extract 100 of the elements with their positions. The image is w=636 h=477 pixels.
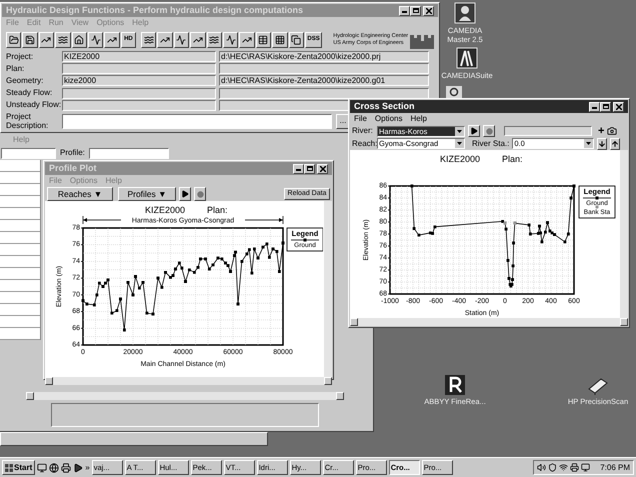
scroll-left-button[interactable] [350, 318, 358, 326]
profiles-dropdown-button[interactable]: Profiles ▼ [118, 187, 176, 201]
legend-swatch [290, 238, 320, 242]
close-button[interactable] [613, 102, 624, 112]
toolbar-button[interactable] [141, 32, 156, 48]
toolbar-button[interactable] [239, 32, 255, 48]
scroll-left-button[interactable] [26, 392, 34, 400]
legend-swatch [595, 205, 599, 209]
field-label: Geometry: [5, 74, 44, 87]
speaker-icon[interactable] [537, 463, 546, 472]
field-label: Project: [5, 50, 34, 63]
waves-icon [58, 34, 68, 45]
toolbar-button[interactable] [157, 32, 173, 48]
dropdown[interactable] [88, 148, 169, 158]
toolbar-button[interactable] [288, 32, 304, 48]
add-label[interactable]: + [598, 126, 604, 136]
horizontal-scrollbar[interactable] [45, 377, 332, 385]
globe-icon[interactable] [49, 462, 60, 472]
windows-logo-icon [5, 464, 13, 472]
play-icon [181, 190, 189, 198]
folder-icon [8, 34, 19, 45]
window-title: Hydraulic Design Functions - Perform hydraulic design computations [6, 4, 304, 17]
toolbar-button[interactable] [6, 32, 22, 48]
data-point [513, 222, 516, 225]
reaches-dropdown-button[interactable]: Reaches ▼ [47, 187, 113, 201]
letter-r-app-icon[interactable] [445, 375, 465, 395]
field-value: KIZE2000 [62, 51, 216, 62]
toolbar-button[interactable] [55, 32, 71, 48]
dropdown-arrow-icon [584, 139, 594, 148]
next-down-button[interactable] [597, 138, 608, 150]
minimize-button[interactable] [399, 6, 410, 16]
vertical-scrollbar[interactable] [620, 150, 628, 318]
play-button[interactable] [468, 125, 480, 138]
minimize-icon [296, 168, 301, 170]
toolbar-button[interactable] [206, 32, 222, 48]
close-button[interactable] [317, 164, 328, 174]
vertical-scrollbar[interactable] [324, 201, 332, 377]
field-label: River Sta.: [472, 138, 510, 150]
toolbar-button[interactable] [88, 32, 104, 48]
monitor-icon[interactable] [581, 463, 590, 472]
close-icon [616, 104, 622, 110]
toolbar-button[interactable] [174, 32, 190, 48]
toolbar-button[interactable] [256, 32, 272, 48]
menu-item[interactable]: Help [410, 113, 427, 125]
field-label: Profile: [60, 147, 85, 159]
scroll-left-button[interactable] [45, 377, 53, 385]
description-field[interactable] [62, 114, 332, 129]
horizontal-scrollbar[interactable] [350, 318, 628, 326]
stop-button[interactable] [483, 125, 495, 138]
play-icon[interactable] [73, 462, 84, 472]
close-icon [320, 166, 326, 172]
more-button[interactable]: » [85, 462, 90, 474]
field-value: kize2000 [62, 75, 216, 86]
legend-box [578, 186, 616, 218]
toolbar-button[interactable] [22, 32, 38, 48]
save-icon [25, 34, 36, 45]
printer-icon[interactable] [61, 462, 72, 472]
legend-swatch [582, 196, 612, 200]
shield-icon[interactable] [548, 463, 558, 472]
line-graph-icon [160, 34, 170, 45]
pulse-line-icon [176, 34, 186, 45]
desktop-icon[interactable] [37, 462, 48, 472]
camera-icon[interactable] [607, 126, 618, 136]
toolbar-button[interactable] [38, 32, 54, 48]
dropdown-arrow-icon [455, 139, 464, 148]
signal-icon[interactable] [559, 463, 568, 472]
scroll-right-button[interactable] [620, 318, 628, 326]
maximize-icon [412, 8, 418, 13]
toolbar-button[interactable] [190, 32, 206, 48]
maximize-button[interactable] [304, 164, 315, 174]
field-label: Plan: [5, 62, 26, 75]
field-label: Unsteady Flow: [5, 99, 62, 112]
menu-item[interactable]: File [354, 113, 367, 125]
menu-item[interactable]: Options [374, 113, 402, 125]
minimize-button[interactable] [293, 164, 304, 174]
printer-icon[interactable] [570, 463, 580, 472]
toolbar-button[interactable] [72, 32, 87, 48]
toolbar-button[interactable] [222, 32, 238, 48]
toolbar-button[interactable] [272, 32, 288, 48]
down-arrow-icon [598, 140, 606, 148]
minimize-button[interactable] [589, 102, 600, 112]
maximize-button[interactable] [410, 6, 421, 16]
pulse-line-icon [226, 34, 236, 45]
dropdown-arrow-icon [455, 126, 464, 136]
copy-icon [291, 34, 302, 45]
maximize-button[interactable] [600, 102, 611, 112]
stop-button[interactable] [194, 187, 206, 201]
dropdown[interactable] [1, 148, 56, 158]
horizontal-scrollbar[interactable] [26, 392, 344, 400]
input-field[interactable] [504, 126, 592, 136]
next-up-button[interactable] [610, 138, 620, 150]
table-icon [258, 34, 268, 45]
toolbar-button[interactable] [104, 32, 120, 48]
maximize-icon [602, 104, 608, 109]
field-path: d:\HEC\RAS\Kiskore-Zenta2000\kize2000.prj [219, 51, 429, 62]
pulse-line-icon [90, 34, 101, 45]
start-button[interactable]: Start [2, 460, 36, 475]
close-button[interactable] [423, 6, 434, 16]
play-button[interactable] [179, 187, 191, 201]
line-graph-icon [192, 34, 203, 45]
